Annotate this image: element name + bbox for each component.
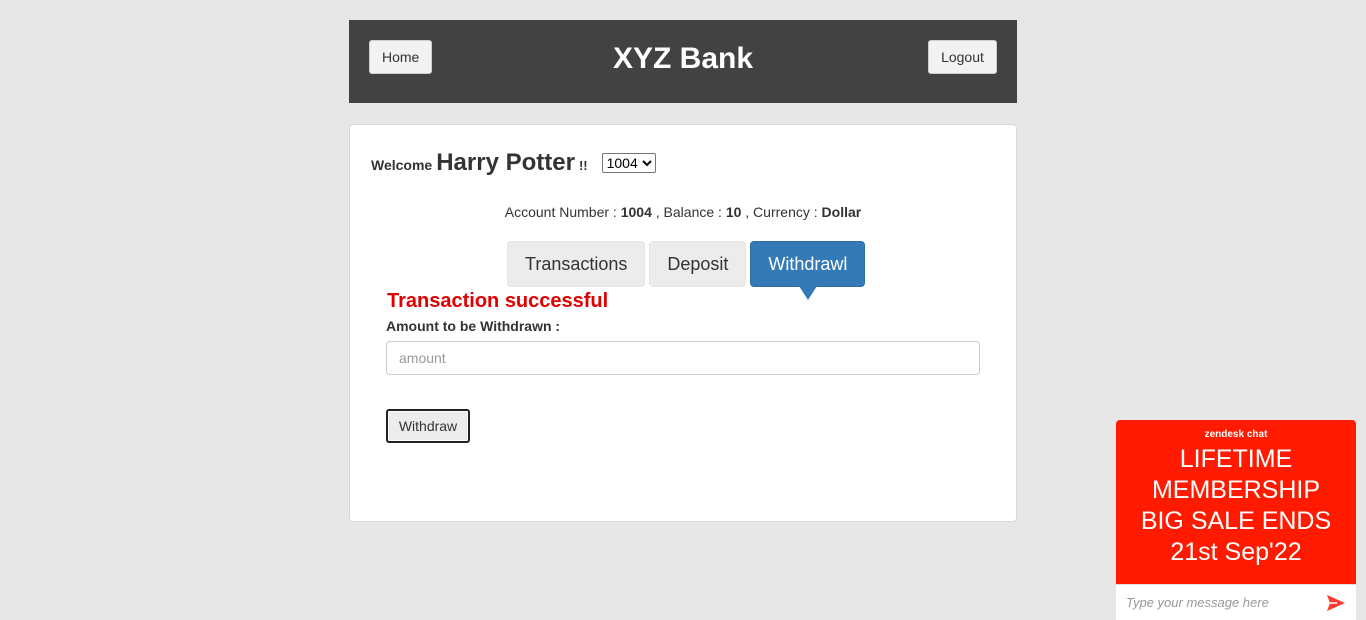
bank-title: XYZ Bank xyxy=(612,42,754,75)
promo-line: BIG SALE ENDS xyxy=(1140,507,1332,535)
account-info: Account Number : 1004 , Balance : 10 , C… xyxy=(350,204,1016,220)
tab-deposit[interactable]: Deposit xyxy=(649,241,747,287)
tab-withdrawl[interactable]: Withdrawl xyxy=(750,241,866,300)
amount-label: Amount to be Withdrawn : xyxy=(386,318,561,334)
currency-value: Dollar xyxy=(821,204,862,220)
app-header: Home XYZ Bank Logout xyxy=(349,20,1017,103)
account-number-label: Account Number : xyxy=(504,204,617,220)
account-select[interactable]: 1004 xyxy=(601,153,656,173)
welcome-exclaim: !! xyxy=(578,158,588,173)
balance-value: 10 xyxy=(725,204,742,220)
transaction-tabs: Transactions Deposit Withdrawl xyxy=(507,241,866,300)
welcome-row: Welcome Harry Potter !! 1004 xyxy=(371,149,656,177)
account-number-value: 1004 xyxy=(620,204,652,220)
transaction-message: Transaction successful xyxy=(387,290,609,312)
promo-line: MEMBERSHIP xyxy=(1151,476,1321,504)
tab-transactions[interactable]: Transactions xyxy=(507,241,646,287)
chat-message-input[interactable] xyxy=(1116,585,1322,620)
chat-promo: LIFETIME MEMBERSHIP BIG SALE ENDS 21st S… xyxy=(1116,444,1356,568)
chat-widget[interactable]: zendesk chat LIFETIME MEMBERSHIP BIG SAL… xyxy=(1116,420,1356,620)
chat-brand: zendesk chat xyxy=(1204,429,1268,440)
amount-input[interactable] xyxy=(386,341,980,375)
welcome-label: Welcome xyxy=(371,157,433,173)
promo-line: 21st Sep'22 xyxy=(1170,538,1302,566)
send-icon[interactable] xyxy=(1322,589,1350,617)
promo-line: LIFETIME xyxy=(1179,445,1293,473)
currency-label: , Currency : xyxy=(745,204,818,220)
customer-name: Harry Potter xyxy=(436,149,575,176)
balance-label: , Balance : xyxy=(655,204,722,220)
account-panel: Welcome Harry Potter !! 1004 Account Num… xyxy=(349,124,1017,522)
logout-button[interactable]: Logout xyxy=(928,40,997,74)
chat-input-row xyxy=(1116,584,1356,620)
withdraw-button[interactable]: Withdraw xyxy=(386,409,470,443)
